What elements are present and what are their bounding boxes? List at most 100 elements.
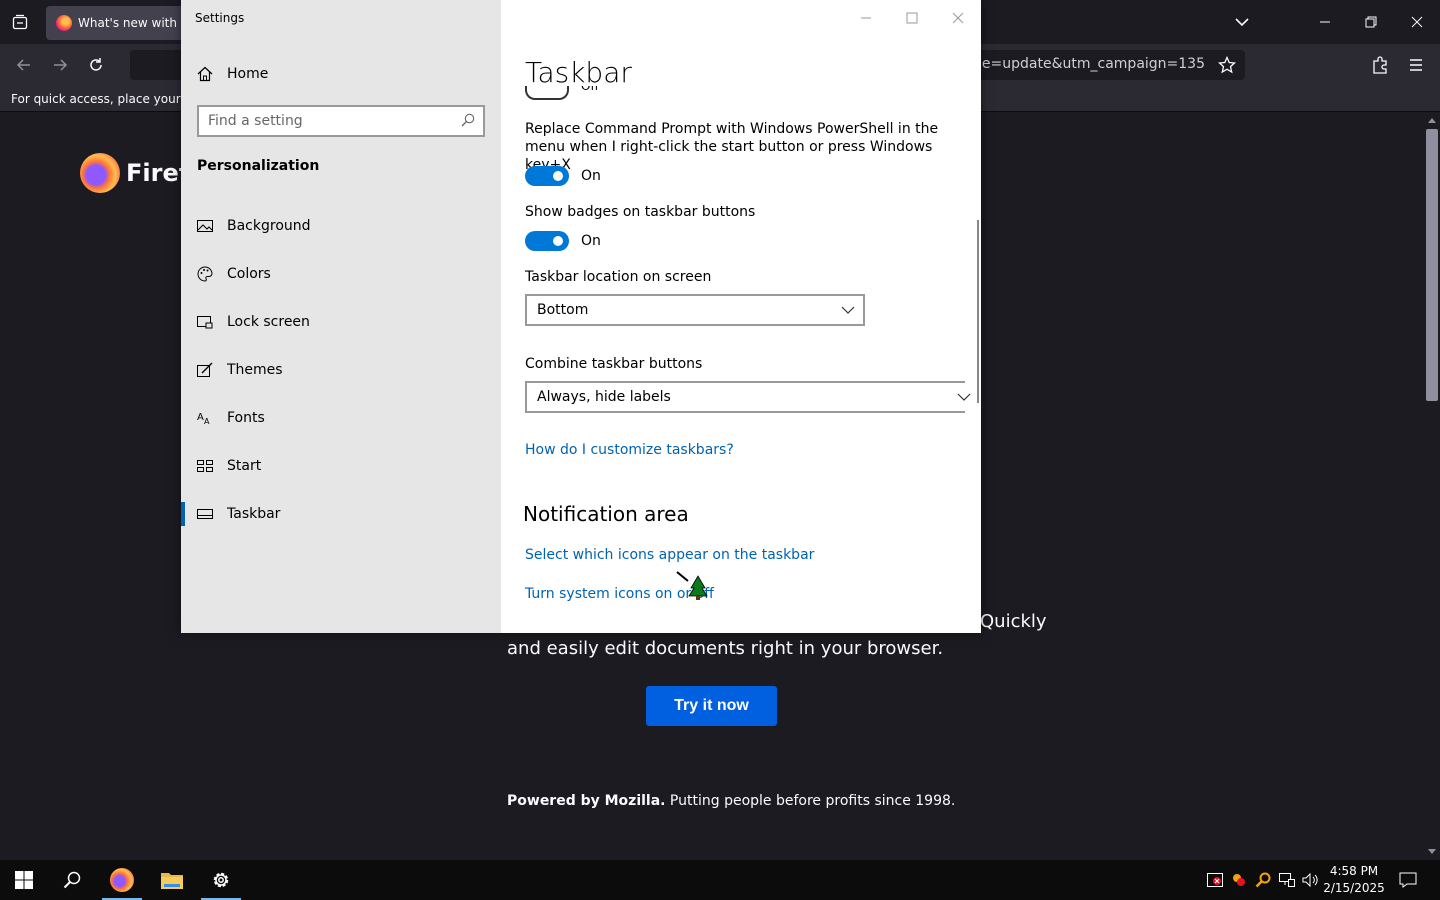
start-icon <box>197 458 213 474</box>
partially-visible-toggle[interactable] <box>525 86 569 100</box>
tray-network-icon[interactable] <box>1277 870 1297 890</box>
combine-buttons-dropdown[interactable]: Always, hide labels <box>525 381 971 413</box>
windows-taskbar: 4:58 PM 2/15/2025 <box>0 860 1440 900</box>
lock-screen-icon <box>197 314 213 330</box>
settings-scrollbar[interactable] <box>977 220 979 403</box>
action-center-button[interactable] <box>1398 870 1418 890</box>
badges-setting-label: Show badges on taskbar buttons <box>525 204 756 220</box>
description-line-1: Quickly <box>980 611 1047 632</box>
taskbar-location-dropdown[interactable]: Bottom <box>525 294 865 326</box>
footer-bold-text: Powered by Mozilla. <box>507 793 666 809</box>
sidebar-item-background[interactable]: Background <box>181 206 501 246</box>
close-icon <box>952 12 964 24</box>
scroll-down-arrow-icon[interactable] <box>1428 849 1436 854</box>
bookmark-star-button[interactable] <box>1215 53 1239 77</box>
powershell-toggle[interactable] <box>525 166 569 186</box>
page-title: Taskbar <box>525 56 632 89</box>
sidebar-item-fonts[interactable]: AA Fonts <box>181 398 501 438</box>
page-scrollbar[interactable] <box>1424 113 1440 860</box>
page-footer: Powered by Mozilla. Putting people befor… <box>507 793 955 809</box>
location-label: Taskbar location on screen <box>525 269 712 285</box>
sidebar-item-taskbar[interactable]: Taskbar <box>181 494 501 534</box>
forward-button[interactable] <box>48 53 72 77</box>
taskbar-settings[interactable] <box>197 860 245 900</box>
window-title: Settings <box>195 11 245 25</box>
search-icon <box>63 871 81 889</box>
clock-date: 2/15/2025 <box>1323 881 1385 895</box>
settings-window: Settings Home Personalization Background… <box>181 0 981 633</box>
scroll-up-arrow-icon[interactable] <box>1428 118 1436 123</box>
sidebar-item-lock-screen[interactable]: Lock screen <box>181 302 501 342</box>
firefox-view-button[interactable] <box>8 10 32 34</box>
tray-search-app-icon[interactable] <box>1253 870 1273 890</box>
url-text: source=update&utm_campaign=135 <box>944 56 1205 72</box>
badges-toggle-row: On <box>525 231 601 251</box>
settings-maximize-button[interactable] <box>889 4 935 32</box>
start-button[interactable] <box>0 860 48 900</box>
tray-volume-icon[interactable] <box>1301 870 1321 890</box>
sidebar-item-label: Fonts <box>227 410 265 426</box>
chevron-down-icon <box>1235 18 1249 27</box>
tray-app-icon[interactable] <box>1229 870 1249 890</box>
badges-toggle-state: On <box>581 233 601 249</box>
select-icons-link[interactable]: Select which icons appear on the taskbar <box>525 547 814 563</box>
firefox-view-icon <box>12 14 28 30</box>
folder-icon <box>161 873 183 889</box>
restore-button[interactable] <box>1348 6 1394 38</box>
settings-minimize-button[interactable] <box>843 4 889 32</box>
search-icon <box>461 113 475 127</box>
arrow-left-icon <box>16 59 30 71</box>
description-line-2: and easily edit documents right in your … <box>507 638 944 659</box>
maximize-icon <box>906 12 918 24</box>
settings-content: Taskbar Off Replace Command Prompt with … <box>501 0 981 633</box>
badges-toggle[interactable] <box>525 231 569 251</box>
list-all-tabs-button[interactable] <box>1230 10 1254 34</box>
firefox-icon <box>110 868 134 892</box>
taskbar-clock[interactable]: 4:58 PM 2/15/2025 <box>1322 863 1386 897</box>
sidebar-item-label: Taskbar <box>227 506 281 522</box>
app-menu-button[interactable] <box>1404 53 1428 77</box>
close-button[interactable] <box>1394 6 1440 38</box>
customize-taskbars-link[interactable]: How do I customize taskbars? <box>525 442 734 458</box>
taskbar-icon <box>197 506 213 522</box>
taskbar-file-explorer[interactable] <box>148 860 196 900</box>
try-it-now-button[interactable]: Try it now <box>646 686 777 726</box>
reload-icon <box>90 58 102 71</box>
puzzle-icon <box>1373 56 1387 74</box>
fonts-icon: AA <box>197 410 213 426</box>
sidebar-item-label: Background <box>227 218 311 234</box>
combine-label: Combine taskbar buttons <box>525 356 703 372</box>
picture-icon <box>197 218 213 234</box>
shield-alert-icon <box>1207 873 1223 887</box>
chevron-down-icon <box>957 393 971 401</box>
sidebar-item-label: Start <box>227 458 262 474</box>
notification-icon <box>1399 872 1417 888</box>
sidebar-item-home[interactable]: Home <box>197 63 268 85</box>
scroll-thumb[interactable] <box>1426 129 1438 401</box>
speaker-icon <box>1302 873 1318 887</box>
sidebar-item-label: Themes <box>227 362 283 378</box>
minimize-icon <box>1320 21 1330 23</box>
extensions-button[interactable] <box>1368 53 1392 77</box>
restore-icon <box>1365 16 1377 28</box>
tray-security-icon[interactable] <box>1205 870 1225 890</box>
sidebar-item-label: Lock screen <box>227 314 310 330</box>
search-input[interactable] <box>199 107 449 135</box>
minimize-icon <box>861 17 871 19</box>
find-setting-search[interactable] <box>197 105 485 137</box>
footer-text: Putting people before profits since 1998… <box>665 793 956 809</box>
hamburger-menu-icon <box>1410 59 1422 71</box>
section-heading: Personalization <box>197 158 320 174</box>
taskbar-search-button[interactable] <box>48 860 96 900</box>
sidebar-item-colors[interactable]: Colors <box>181 254 501 294</box>
clock-time: 4:58 PM <box>1329 864 1379 878</box>
back-button[interactable] <box>12 53 36 77</box>
minimize-button[interactable] <box>1302 6 1348 38</box>
reload-button[interactable] <box>84 53 108 77</box>
sidebar-item-themes[interactable]: Themes <box>181 350 501 390</box>
taskbar-firefox[interactable] <box>98 860 146 900</box>
settings-close-button[interactable] <box>935 4 981 32</box>
sidebar-item-start[interactable]: Start <box>181 446 501 486</box>
location-value: Bottom <box>537 302 589 318</box>
combine-value: Always, hide labels <box>537 389 671 405</box>
